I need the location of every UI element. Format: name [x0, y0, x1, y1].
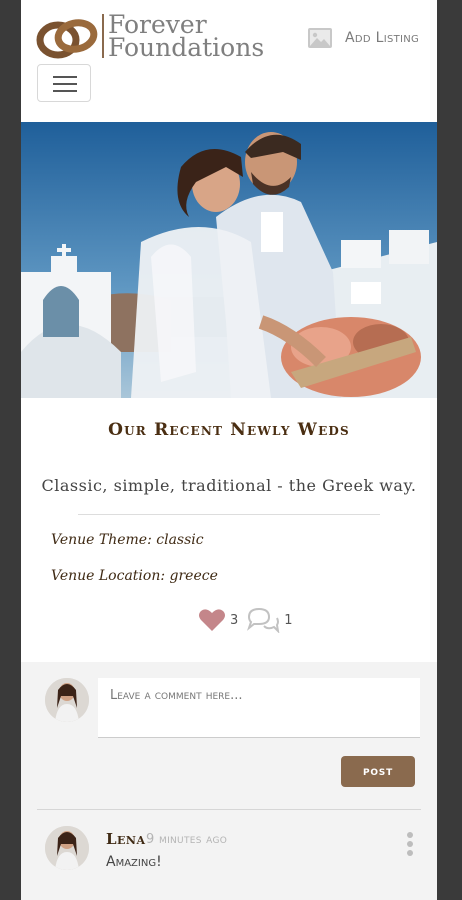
comment-count: 1: [284, 612, 293, 628]
brand-name-line2: Foundations: [108, 33, 265, 62]
avatar: [45, 678, 89, 722]
post-comment-button[interactable]: post: [341, 756, 415, 787]
venue-theme: Venue Theme: classic: [51, 532, 204, 548]
post-caption: Classic, simple, traditional - the Greek…: [41, 476, 417, 495]
comment-avatar: [45, 826, 89, 870]
comment-timestamp: 9 minutes ago: [146, 832, 228, 847]
menu-toggle-button[interactable]: [37, 64, 91, 102]
divider: [37, 809, 421, 810]
like-count: 3: [230, 612, 239, 628]
heart-icon[interactable]: [198, 608, 226, 632]
comments-section: post Lena 9 minutes ago Amazing!: [21, 662, 437, 900]
site-logo[interactable]: Forever Foundations: [36, 12, 266, 62]
comment-text: Amazing!: [106, 854, 162, 870]
add-listing-label: Add Listing: [345, 30, 420, 46]
post-title: Our Recent Newly Weds: [108, 420, 350, 440]
comments-icon[interactable]: [246, 607, 280, 633]
divider: [78, 514, 380, 515]
more-options-icon[interactable]: [404, 832, 416, 858]
add-listing-link[interactable]: Add Listing: [307, 25, 419, 51]
wedding-photo: [21, 122, 437, 398]
rings-logo-icon: [36, 19, 98, 59]
venue-location: Venue Location: greece: [51, 568, 218, 584]
logo-divider: [102, 14, 104, 58]
page-frame: Forever Foundations Add Listing Our Rece…: [21, 0, 437, 900]
comment-input[interactable]: [98, 678, 420, 738]
image-icon: [308, 28, 332, 48]
post-reactions: 3 1: [198, 606, 301, 634]
menu-icon: [53, 83, 77, 85]
comment-author[interactable]: Lena: [106, 830, 146, 848]
site-header: Forever Foundations Add Listing: [21, 0, 437, 122]
menu-icon: [53, 76, 77, 78]
menu-icon: [53, 90, 77, 92]
